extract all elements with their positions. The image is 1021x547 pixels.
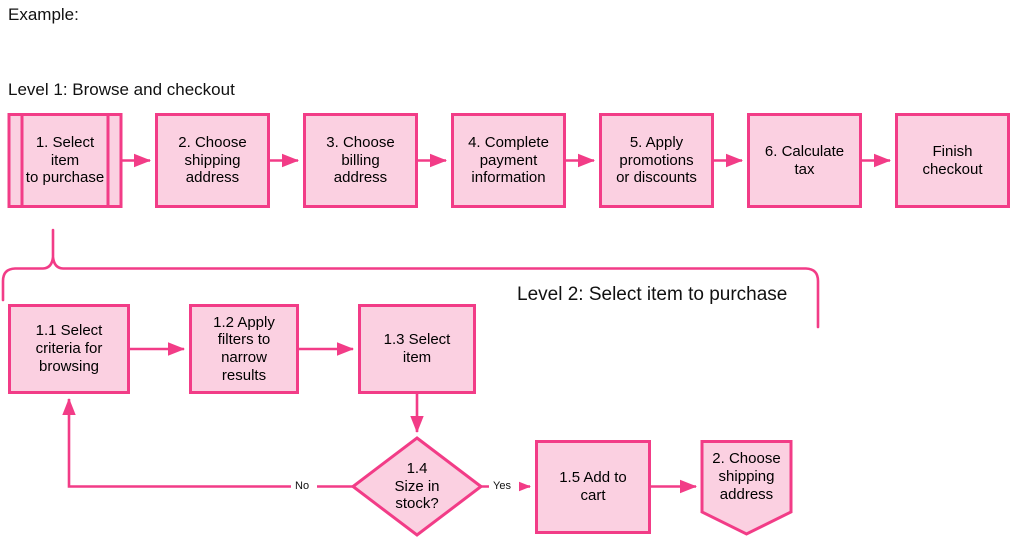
label-l2-n1: 1.1 Select criteria for browsing	[35, 322, 103, 375]
example-label: Example:	[8, 5, 79, 24]
label-l1-n1: 1. Select item to purchase	[25, 133, 105, 187]
label-l1-n4: 4. Complete payment information	[468, 133, 549, 187]
label-l1-n7: Finish checkout	[922, 142, 983, 178]
level2-title: Level 2: Select item to purchase	[517, 284, 788, 305]
label-l1-n5: 5. Apply promotions or discounts	[616, 133, 697, 187]
label-l2-n3: 1.3 Select item	[383, 331, 451, 366]
label-l1-n6: 6. Calculate tax	[764, 142, 845, 178]
label-l2-n6: 2. Choose shipping address	[712, 450, 781, 503]
label-l1-n2: 2. Choose shipping address	[178, 133, 247, 187]
label-l2-n4: 1.4 Size in stock?	[394, 459, 440, 513]
level1-title: Level 1: Browse and checkout	[8, 80, 235, 99]
diagram-canvas: Example: Level 1: Browse and checkout Le…	[0, 0, 1021, 547]
edge-label-no: No	[295, 480, 310, 492]
label-l2-n5: 1.5 Add to cart	[559, 469, 627, 504]
edge-label-yes: Yes	[493, 480, 511, 492]
arrow-l2-4-1-no	[62, 397, 353, 488]
label-l1-n3: 3. Choose billing address	[326, 133, 395, 187]
label-l2-n2: 1.2 Apply filters to narrow results	[213, 313, 275, 384]
